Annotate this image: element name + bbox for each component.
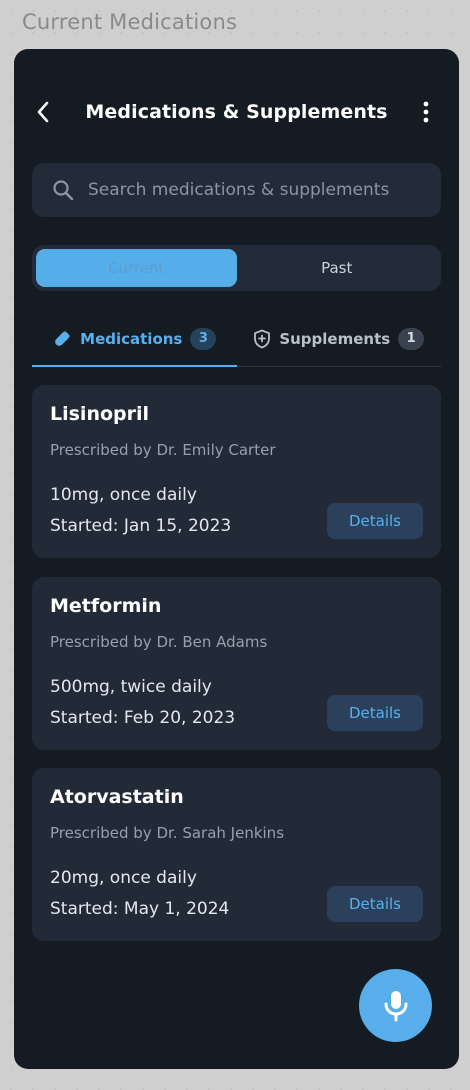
medication-card[interactable]: Metformin Prescribed by Dr. Ben Adams 50… <box>32 577 441 750</box>
microphone-icon <box>384 990 407 1021</box>
search-input[interactable] <box>88 180 418 200</box>
details-button[interactable]: Details <box>327 886 423 922</box>
medication-name: Lisinopril <box>50 403 150 425</box>
medication-start-date: Started: Feb 20, 2023 <box>50 708 236 728</box>
shield-plus-icon <box>254 329 271 348</box>
tab-supplements-label: Supplements <box>279 329 391 348</box>
medication-dosage: 20mg, once daily <box>50 868 197 888</box>
medication-dosage: 10mg, once daily <box>50 485 197 505</box>
more-vertical-icon <box>423 101 429 123</box>
segment-current[interactable]: Current <box>36 249 237 287</box>
search-bar[interactable] <box>32 163 441 217</box>
supplements-count-badge: 1 <box>398 327 425 350</box>
medication-name: Metformin <box>50 595 162 617</box>
details-button[interactable]: Details <box>327 503 423 539</box>
details-button[interactable]: Details <box>327 695 423 731</box>
medication-prescriber: Prescribed by Dr. Emily Carter <box>50 441 276 459</box>
medications-count-badge: 3 <box>190 327 217 350</box>
page-label: Current Medications <box>22 10 238 34</box>
category-tabs: Medications 3 Supplements 1 <box>32 311 441 367</box>
tab-medications-label: Medications <box>80 329 183 348</box>
chevron-left-icon <box>37 101 49 123</box>
tab-supplements[interactable]: Supplements 1 <box>237 311 442 366</box>
current-past-toggle: Current Past <box>32 245 441 291</box>
medication-name: Atorvastatin <box>50 786 184 808</box>
medication-prescriber: Prescribed by Dr. Ben Adams <box>50 633 268 651</box>
medication-start-date: Started: May 1, 2024 <box>50 899 230 919</box>
tab-medications[interactable]: Medications 3 <box>32 311 237 367</box>
back-button[interactable] <box>28 97 58 127</box>
medication-card[interactable]: Atorvastatin Prescribed by Dr. Sarah Jen… <box>32 768 441 941</box>
medication-start-date: Started: Jan 15, 2023 <box>50 516 232 536</box>
more-options-button[interactable] <box>411 97 441 127</box>
medication-dosage: 500mg, twice daily <box>50 677 212 697</box>
search-icon <box>53 180 74 201</box>
medication-prescriber: Prescribed by Dr. Sarah Jenkins <box>50 824 285 842</box>
page-title: Medications & Supplements <box>85 101 388 123</box>
app-header: Medications & Supplements <box>14 89 459 135</box>
voice-input-button[interactable] <box>359 969 432 1042</box>
segment-past[interactable]: Past <box>237 249 438 287</box>
medication-card[interactable]: Lisinopril Prescribed by Dr. Emily Carte… <box>32 385 441 558</box>
pill-icon <box>55 330 71 346</box>
app-screen: Medications & Supplements Current Past <box>14 49 459 1069</box>
